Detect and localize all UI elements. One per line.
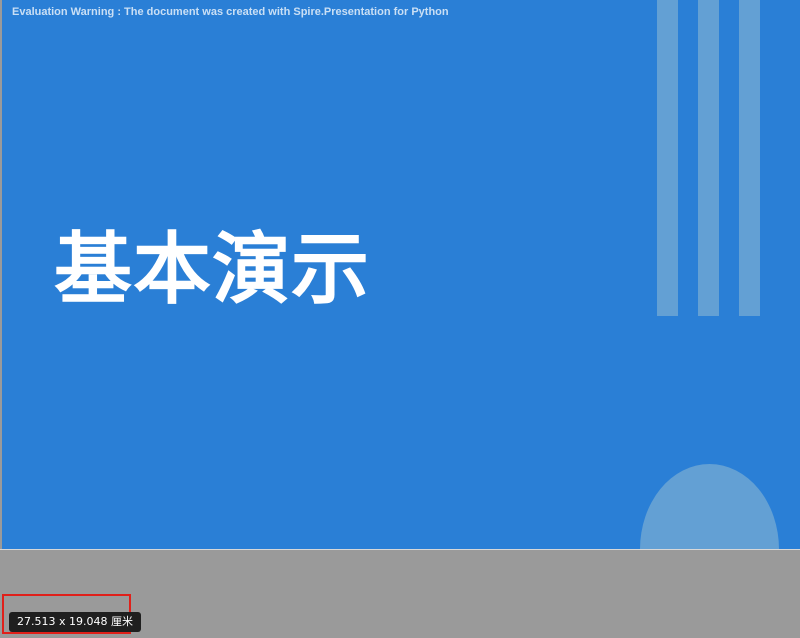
- slide-size-badge: 27.513 x 19.048 厘米: [9, 612, 141, 632]
- decorative-stripe: [739, 0, 760, 316]
- presentation-viewport: Evaluation Warning : The document was cr…: [0, 0, 800, 638]
- slide-canvas[interactable]: Evaluation Warning : The document was cr…: [2, 0, 800, 549]
- decorative-stripe: [698, 0, 719, 316]
- evaluation-warning-text: Evaluation Warning : The document was cr…: [12, 6, 449, 18]
- slide-title[interactable]: 基本演示: [54, 222, 370, 318]
- slide-bottom-edge: [0, 549, 800, 550]
- decorative-stripe: [657, 0, 678, 316]
- decorative-semicircle: [640, 464, 779, 549]
